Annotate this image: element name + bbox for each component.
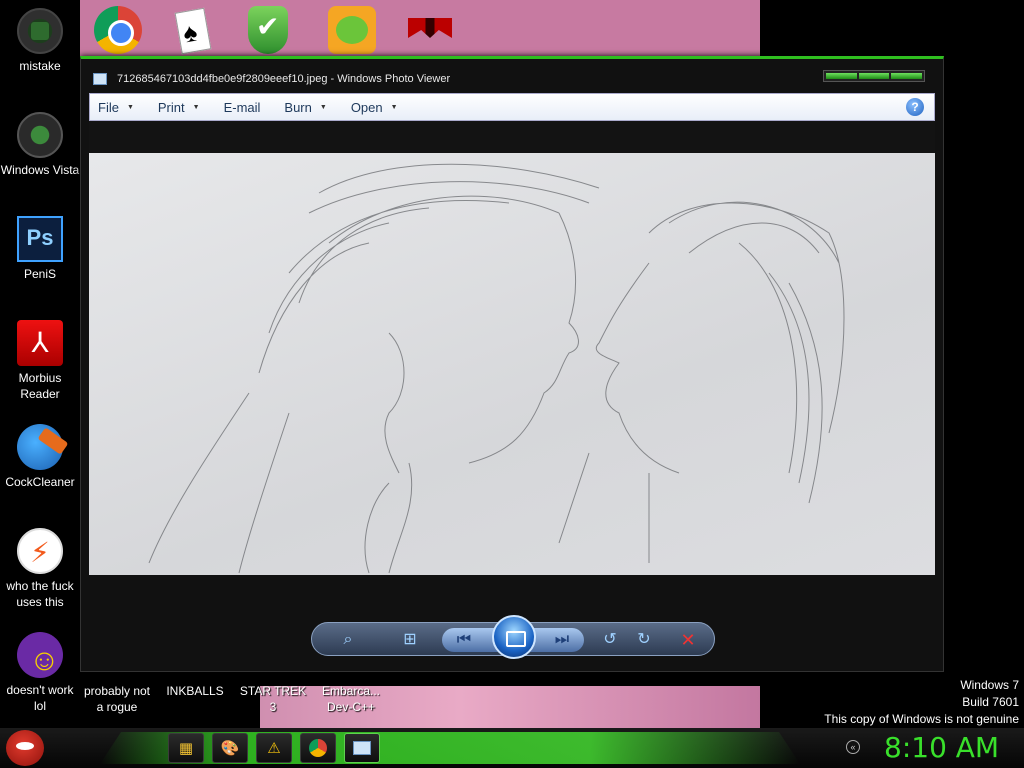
minimize-button[interactable] — [826, 73, 857, 79]
desktop-icon-label: doesn't work lol — [6, 683, 74, 713]
menu-file[interactable]: File ▼ — [98, 100, 134, 115]
caret-down-icon: ▼ — [390, 103, 398, 111]
watermark-line: Windows 7 — [960, 678, 1019, 692]
desktop-icon-ccleaner[interactable]: CockCleaner — [0, 424, 80, 490]
desktop-label-inkballs[interactable]: INKBALLS — [162, 683, 228, 699]
desktop-label-rogue[interactable]: probably not a rogue — [80, 683, 154, 715]
chrome-taskbar-icon[interactable] — [300, 733, 336, 763]
menu-print[interactable]: Print ▼ — [158, 100, 200, 115]
desktop-label-star-trek[interactable]: STAR TREK 3 — [236, 683, 310, 715]
caret-down-icon: ▼ — [126, 103, 134, 111]
menu-burn[interactable]: Burn ▼ — [284, 100, 326, 115]
taskbar: ▦ 🎨 ⚠ « 8:10 AM — [0, 728, 1024, 768]
delete-icon[interactable]: ✕ — [678, 630, 698, 650]
photo-viewer-taskbar-icon[interactable] — [344, 733, 380, 763]
folder-icon[interactable]: ▦ — [168, 733, 204, 763]
flag-icon[interactable] — [404, 6, 452, 54]
help-icon[interactable]: ? — [906, 98, 924, 116]
photo-viewer-window: 712685467103dd4fbe0e9f2809eeef10.jpeg - … — [80, 56, 944, 672]
actual-size-icon[interactable]: ⊞ — [400, 630, 420, 650]
caret-down-icon: ▼ — [192, 103, 200, 111]
photo-pencil-sketch — [89, 153, 935, 575]
desktop-icon-photoshop[interactable]: Ps PeniS — [0, 216, 80, 282]
caret-down-icon: ▼ — [319, 103, 327, 111]
taskbar-clock[interactable]: 8:10 AM — [884, 731, 999, 764]
windows-vista-icon — [17, 112, 63, 158]
desktop-icon-label: Morbius Reader — [18, 371, 62, 401]
menu-bar: File ▼ Print ▼ E-mail Burn ▼ Open ▼ ? — [89, 93, 935, 121]
shield-icon[interactable] — [248, 6, 288, 54]
tray-chevron-icon[interactable]: « — [846, 740, 860, 754]
watermark-line: This copy of Windows is not genuine — [824, 712, 1019, 726]
desktop-label-dev-cpp[interactable]: Embarca... Dev-C++ — [314, 683, 388, 715]
chrome-icon[interactable] — [94, 6, 142, 54]
maximize-button[interactable] — [858, 73, 890, 79]
menu-label: Burn — [284, 99, 312, 115]
sketch-drawing — [148, 163, 845, 574]
solitaire-icon[interactable] — [170, 6, 218, 55]
desktop-icon-label: PeniS — [23, 267, 57, 281]
warning-icon[interactable]: ⚠ — [256, 733, 292, 763]
menu-email[interactable]: E-mail — [224, 100, 261, 115]
desktop-icon-pdf-reader[interactable]: Morbius Reader — [0, 320, 80, 402]
menu-label: Open — [350, 99, 383, 115]
next-icon[interactable]: ⏭ — [552, 630, 572, 650]
close-button[interactable] — [891, 73, 923, 79]
pdf-reader-icon — [17, 320, 63, 366]
watermark-line: Build 7601 — [962, 695, 1019, 709]
desktop-icon-label: Windows Vista — [0, 163, 80, 177]
mistake-icon — [17, 8, 63, 54]
previous-icon[interactable]: ⏮ — [454, 630, 474, 650]
taskbar-glow — [100, 732, 800, 764]
paint-icon[interactable]: 🎨 — [212, 733, 248, 763]
start-button[interactable] — [6, 730, 44, 766]
slideshow-button[interactable] — [492, 615, 536, 659]
window-controls[interactable] — [823, 70, 925, 82]
windows-watermark: Windows 7 Build 7601 This copy of Window… — [824, 677, 1019, 728]
yahoo-messenger-icon — [17, 632, 63, 678]
rotate-clockwise-icon[interactable]: ↻ — [634, 630, 654, 650]
title-bar[interactable]: 712685467103dd4fbe0e9f2809eeef10.jpeg - … — [81, 59, 943, 93]
desktop-icon-windows-vista[interactable]: Windows Vista — [0, 112, 80, 178]
photo-area — [89, 121, 935, 575]
menu-open[interactable]: Open ▼ — [351, 100, 398, 115]
desktop-icon-label: CockCleaner — [5, 475, 75, 489]
menu-label: Print — [157, 99, 185, 115]
ccleaner-icon — [17, 424, 63, 470]
desktop-icon-yahoo[interactable]: doesn't work lol — [0, 632, 80, 714]
window-title: 712685467103dd4fbe0e9f2809eeef10.jpeg - … — [117, 73, 451, 85]
photoshop-icon: Ps — [17, 216, 63, 262]
desktop-icon-mistake[interactable]: mistake — [0, 8, 80, 74]
menu-label: E-mail — [223, 99, 261, 115]
viewer-controls: ⌕ ⊞ ⏮ ⏭ ↺ ↻ ✕ — [311, 615, 715, 659]
desktop-icon-label: who the fuck uses this — [6, 579, 74, 609]
bolt-app-icon — [17, 528, 63, 574]
rotate-counterclockwise-icon[interactable]: ↺ — [600, 630, 620, 650]
bad-piggies-icon[interactable] — [328, 6, 376, 54]
desktop-icon-bolt-app[interactable]: who the fuck uses this — [0, 528, 80, 610]
menu-label: File — [98, 99, 119, 115]
desktop-icon-label: mistake — [19, 59, 61, 73]
zoom-icon[interactable]: ⌕ — [338, 630, 358, 650]
photo-viewer-icon — [93, 73, 107, 85]
